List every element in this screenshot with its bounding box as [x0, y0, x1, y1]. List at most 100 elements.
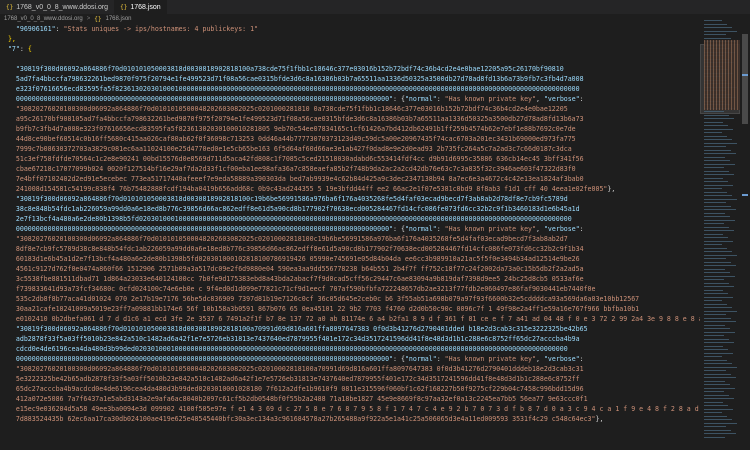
json-key: "normal"	[404, 95, 437, 103]
verbose-line: 60183d1e6b45a1d2e7f13bcf4a480a6e2de80b13…	[0, 254, 700, 264]
minimap-row	[704, 380, 725, 382]
minimap-row	[704, 282, 729, 284]
punctuation: :	[436, 225, 445, 233]
minimap-row	[704, 195, 732, 196]
punctuation: :	[436, 95, 445, 103]
minimap-row	[704, 415, 727, 417]
vertical-scrollbar[interactable]	[740, 14, 750, 450]
verbose-line: f739833641d93a73fcf34680c 0cfd024100c74e…	[0, 284, 700, 294]
minimap-row	[704, 216, 730, 217]
minimap-row	[704, 279, 724, 280]
minimap-row	[704, 377, 736, 378]
verbose-line: 44d8ce90bef60514c0b16ff5680c415aa026caf8…	[0, 134, 700, 144]
minimap-row	[704, 153, 736, 154]
minimap-row	[704, 317, 731, 319]
code-editor[interactable]: "96906161": "Stats uniques -> ips/hostna…	[0, 24, 700, 450]
verbose-line: 65dc27acccba4b9acdcd0e4de6196cea4da480d3…	[0, 384, 700, 394]
minimap-row	[704, 156, 725, 158]
tab-1768-json[interactable]: {} 1768.json	[114, 0, 167, 14]
minimap-row	[704, 352, 733, 354]
minimap-row	[704, 233, 723, 235]
minimap-row	[704, 384, 730, 385]
code-line: "7": {	[0, 44, 700, 54]
json-string: 535c2db8f8b77aca41d01024 070 2e17b19e717…	[15, 295, 640, 303]
punctuation: : {	[393, 95, 405, 103]
minimap-row	[704, 258, 726, 259]
json-key: 0000000000000000000000000000000000000000…	[15, 355, 394, 363]
json-key: "normal"	[404, 225, 437, 233]
minimap-row	[704, 121, 723, 123]
minimap-row	[704, 261, 731, 263]
json-key: "verbose"	[543, 225, 580, 233]
json-string: 30aa21cafe10241009a5019e23ff7a09881bb174…	[15, 305, 640, 313]
json-string: 241008d154581c54199c838f4 76b75482888fcd…	[15, 185, 608, 193]
scrollbar-marker	[742, 194, 748, 196]
minimap-row	[704, 387, 735, 389]
minimap-row	[704, 244, 722, 245]
key-line: cdcd0e4de6196cea4da480d3b99ded0203010001…	[0, 344, 700, 354]
key-line: 5ad7fa4bbccfa798632261bed9870f975f20794e…	[0, 74, 700, 84]
minimap-row	[704, 391, 724, 392]
json-string: 7e4bff07102402d2ed91e5ecebec 773ea517174…	[15, 175, 584, 183]
json-string: "30820276020100300d06092a864886f70d01010…	[15, 365, 584, 373]
json-key: adb2878f33f5a03ff5010b23e842a510c1482ad6…	[15, 335, 580, 343]
minimap-row	[704, 286, 734, 287]
json-braces-icon: {}	[120, 3, 128, 11]
minimap-row	[704, 251, 732, 252]
scrollbar-marker	[742, 74, 748, 76]
minimap-row	[704, 149, 731, 151]
minimap-row	[704, 405, 728, 406]
json-key: "normal"	[404, 355, 437, 363]
json-string: 412a072e5086 7a7f6437a1e5abd3143a2e9afa6…	[15, 395, 588, 403]
breadcrumb-item-folder[interactable]: 1768_v0_0_8_www.ddosi.org	[4, 16, 83, 22]
verbose-line: 412a072e5086 7a7f6437a1e5abd3143a2e9afa6…	[0, 394, 700, 404]
minimap-row	[704, 209, 736, 210]
json-key: "verbose"	[543, 355, 580, 363]
key-line: 38c8e848b54fdc1ab226059a99dd0a6e18ed8b77…	[0, 204, 700, 214]
minimap-row	[704, 398, 734, 399]
json-key: cdcd0e4de6196cea4da480d3b99ded0203010001…	[15, 345, 568, 353]
minimap-row	[704, 359, 727, 361]
punctuation: :	[579, 95, 584, 103]
minimap-highlight	[704, 40, 740, 110]
minimap-row	[704, 146, 726, 147]
minimap-row	[704, 331, 735, 333]
json-string: 8df8e7cb9fc5789d38c8e848b54fdc1ab226059a…	[15, 245, 584, 253]
minimap-row	[704, 181, 728, 182]
json-braces-icon: {}	[94, 15, 102, 23]
punctuation: :	[436, 355, 445, 363]
minimap-row	[704, 268, 725, 270]
code-line: },	[0, 34, 700, 44]
minimap-row	[704, 328, 730, 329]
minimap-row	[704, 163, 735, 165]
scrollbar-thumb[interactable]	[742, 34, 748, 124]
punctuation: ,	[535, 95, 544, 103]
breadcrumb-item-file[interactable]: 1768.json	[105, 16, 131, 22]
key-line: "30819f300d06092a864886f70d0101010500038…	[0, 194, 700, 204]
verbose-line: "30820276020100300d06092a864886f70d01010…	[0, 364, 700, 374]
minimap-row	[704, 237, 728, 238]
json-string: b9fb7c3fb4d7a008e323f07616656ecd83595fa5…	[15, 125, 576, 133]
minimap-row	[704, 177, 723, 179]
json-key: "30819f300d06092a864886f70d0101010500038…	[15, 65, 564, 73]
minimap-row	[704, 338, 729, 340]
punctuation: },	[607, 185, 616, 193]
json-key: 5ad7fa4bbccfa798632261bed9870f975f20794e…	[15, 75, 584, 83]
minimap-row	[704, 30, 737, 32]
minimap-row	[704, 373, 731, 375]
verbose-line: 7d883524435b 62ec6aa17ca30db024100ae419e…	[0, 414, 700, 424]
json-string: "30820276020100300d06092a864886f70d01010…	[15, 105, 568, 113]
minimap-row	[704, 191, 727, 193]
verbose-line: 4561c9127d762f0e0474a860f66 1512906 2571…	[0, 264, 700, 274]
tab-folder[interactable]: {} 1768_v0_0_8_www.ddosi.org	[0, 0, 114, 14]
json-string: 3c5538fbe881511dbad71 1d864a23033e640124…	[15, 275, 584, 283]
minimap-row	[704, 345, 723, 347]
tab-label: 1768.json	[130, 3, 161, 11]
verbose-line: "30820276020100300d06092a864886f70d01010…	[0, 104, 700, 114]
json-string: 44d8ce90bef60514c0b16ff5680c415aa026caf8…	[15, 135, 576, 143]
minimap-row	[704, 27, 732, 28]
punctuation: ,	[535, 355, 544, 363]
verbose-line: 7999c7b08630372703a3829c081ec6aa11024100…	[0, 144, 700, 154]
json-braces-icon: {}	[6, 3, 14, 11]
